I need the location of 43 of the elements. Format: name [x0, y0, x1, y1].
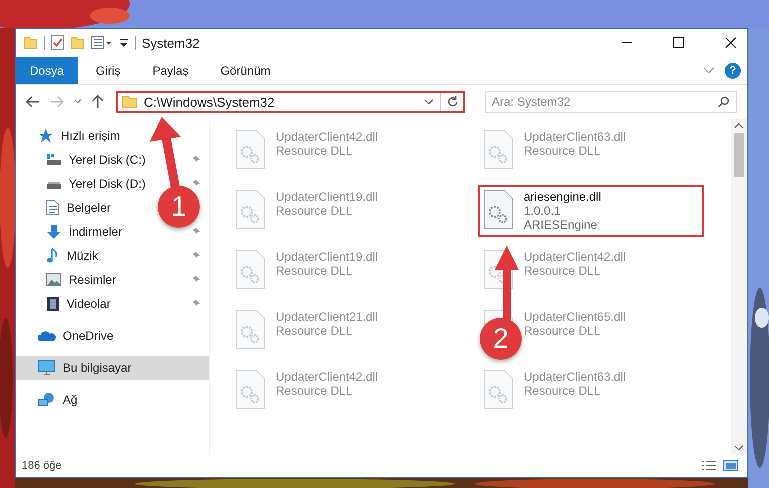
address-bar[interactable]: C:\Windows\System32: [116, 91, 465, 113]
sidebar-item[interactable]: Bu bilgisayar: [16, 356, 209, 380]
file-name: UpdaterClient19.dll: [276, 190, 378, 204]
file-detail: Resource DLL: [276, 324, 354, 338]
file-detail: Resource DLL: [524, 264, 602, 278]
search-field[interactable]: Ara: System32: [485, 91, 737, 113]
sidebar-item[interactable]: Hızlı erişim: [16, 124, 209, 148]
file-detail: Resource DLL: [276, 384, 354, 398]
sidebar-item[interactable]: Belgeler: [46, 196, 112, 220]
item-count: 186 öğe: [22, 460, 62, 472]
file-detail: Resource DLL: [524, 384, 602, 398]
sidebar-item[interactable]: Videolar: [46, 292, 111, 316]
ribbon-tab[interactable]: Paylaş: [138, 57, 203, 84]
sidebar-item[interactable]: Müzik: [46, 244, 98, 268]
sidebar-item[interactable]: Resimler: [46, 268, 116, 292]
file-detail: Resource DLL: [276, 264, 354, 278]
file-name: UpdaterClient63.dll: [524, 370, 626, 384]
file-detail: 1.0.0.1: [524, 204, 562, 218]
sidebar-item[interactable]: Ağ: [16, 388, 209, 412]
file-name: UpdaterClient21.dll: [276, 310, 378, 324]
file-name: UpdaterClient19.dll: [276, 250, 378, 264]
file-detail: Resource DLL: [276, 204, 354, 218]
ribbon-tab[interactable]: Dosya: [16, 57, 78, 84]
ribbon-tab[interactable]: Görünüm: [206, 57, 285, 84]
file-detail: Resource DLL: [276, 144, 354, 158]
file-name: UpdaterClient42.dll: [524, 250, 626, 264]
sidebar-item[interactable]: Yerel Disk (D:): [46, 172, 146, 196]
address-path: C:\Windows\System32: [144, 94, 276, 110]
window-title: System32: [142, 36, 200, 50]
help-button[interactable]: ?: [725, 62, 741, 78]
sidebar-item[interactable]: OneDrive: [16, 324, 209, 348]
ribbon-tab[interactable]: Giriş: [82, 57, 135, 84]
sidebar-item[interactable]: Yerel Disk (C:): [46, 148, 146, 172]
file-detail: Resource DLL: [524, 144, 602, 158]
file-detail: ARIESEngine: [524, 218, 598, 232]
file-name: ariesengine.dll: [524, 190, 602, 204]
file-item[interactable]: ariesengine.dll 1.0.0.1 ARIESEngine: [478, 185, 704, 237]
file-name: UpdaterClient65.dll: [524, 310, 626, 324]
sidebar-item[interactable]: İndirmeler: [46, 220, 122, 244]
file-detail: Resource DLL: [524, 324, 602, 338]
file-name: UpdaterClient42.dll: [276, 370, 378, 384]
file-name: UpdaterClient42.dll: [276, 130, 378, 144]
file-name: UpdaterClient63.dll: [524, 130, 626, 144]
